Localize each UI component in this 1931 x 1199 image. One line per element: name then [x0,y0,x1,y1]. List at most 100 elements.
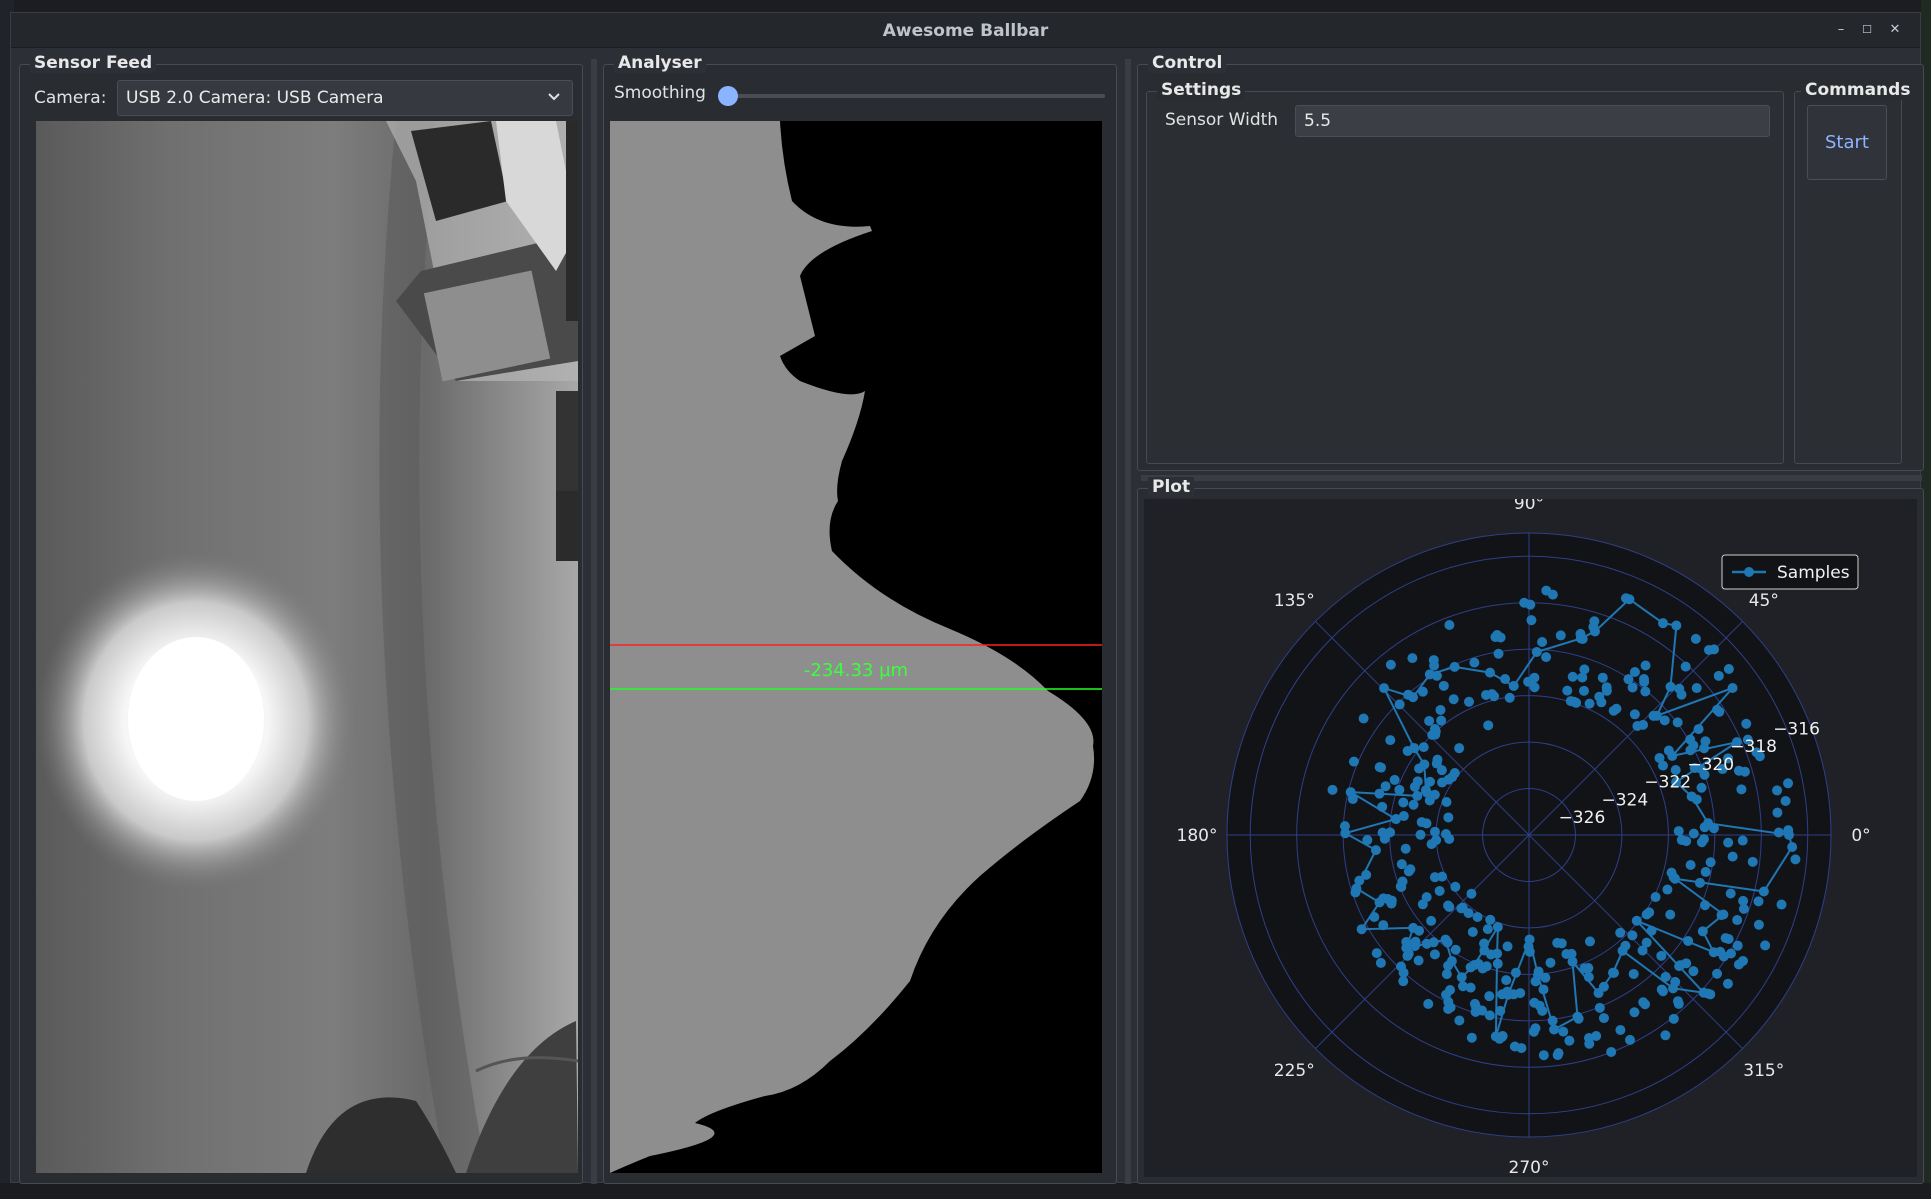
samples-series-point [1703,818,1714,829]
samples-series-point [1638,674,1649,685]
radial-tick-label: −318 [1730,737,1777,757]
samples-series-point [1436,765,1447,776]
angle-tick-label: 0° [1851,826,1870,846]
samples-series-point [1575,628,1586,639]
samples-series-point [1624,1034,1635,1045]
samples-series-point [1736,784,1747,795]
samples-series-point [1481,689,1492,700]
samples-series-point [1523,676,1534,687]
samples-series-point [1641,937,1652,948]
samples-series-point [1504,692,1515,703]
camera-select[interactable]: USB 2.0 Camera: USB Camera [117,80,573,116]
samples-series-point [1436,715,1447,726]
samples-series-point [1385,735,1396,746]
samples-series-point [1673,826,1684,837]
samples-series-point [1623,674,1634,685]
samples-series-point [1584,698,1595,709]
samples-series-point [1578,685,1589,696]
samples-series-point [1485,914,1496,925]
samples-series-point [1379,833,1390,844]
minimize-button[interactable]: – [1830,19,1852,41]
samples-series-point [1463,908,1474,919]
samples-series-point [1374,788,1385,799]
title-bar[interactable]: Awesome Ballbar – ☐ ✕ [11,13,1920,48]
close-button[interactable]: ✕ [1884,19,1906,41]
angle-tick-label: 270° [1509,1158,1550,1177]
start-button[interactable]: Start [1807,105,1887,180]
sensor-feed-panel: Sensor Feed Camera: USB 2.0 Camera: USB … [19,53,583,1184]
samples-series-point [1356,924,1367,935]
samples-series-point [1631,915,1642,926]
smoothing-slider-handle[interactable] [718,86,738,106]
samples-series-point [1449,661,1460,672]
samples-series-point [1429,949,1440,960]
samples-series-point [1469,657,1480,668]
samples-series-point [1435,704,1446,715]
samples-series-point [1732,940,1743,951]
samples-series-point [1400,843,1411,854]
samples-series-point [1547,1015,1558,1026]
samples-series-point [1598,981,1609,992]
samples-series-point [1347,794,1358,805]
samples-series-point [1738,895,1749,906]
samples-series-point [1594,691,1605,702]
settings-panel: Settings Sensor Width 5.5 [1146,80,1784,464]
samples-series-point [1783,825,1794,836]
splitter-handle[interactable] [1125,59,1131,1184]
samples-series-point [1700,736,1711,747]
samples-series-point [1737,955,1748,966]
samples-series-point [1450,881,1461,892]
splitter-handle[interactable] [1141,475,1922,481]
samples-series-point [1697,926,1708,937]
samples-series-point [1508,680,1519,691]
samples-series-point [1615,927,1626,938]
samples-series-point [1438,680,1449,691]
samples-series-point [1396,859,1407,870]
samples-series-point [1444,833,1455,844]
samples-series-point [1402,745,1413,756]
samples-series-point [1421,818,1432,829]
samples-series-point [1492,921,1503,932]
measurement-label: -234.33 µm [803,660,909,681]
control-title: Control [1148,53,1227,73]
samples-series-point [1362,835,1373,846]
plot-panel: Plot 0° 45° 90° 135° 180° 225° 270° 315° −326 −32… [1137,477,1924,1184]
maximize-button[interactable]: ☐ [1856,19,1878,41]
samples-series-point [1688,966,1699,977]
samples-series-point [1691,683,1702,694]
camera-select-value: USB 2.0 Camera: USB Camera [126,88,384,108]
smoothing-label: Smoothing [614,83,706,103]
samples-series-point [1403,866,1414,877]
samples-series-point [1493,648,1504,659]
samples-series-point [1446,956,1457,967]
samples-series-point [1683,935,1694,946]
samples-series-point [1490,632,1501,643]
samples-series-point [1426,915,1437,926]
samples-series-point [1640,686,1651,697]
samples-series-point [1589,616,1600,627]
samples-series-point [1758,886,1769,897]
samples-series-point [1424,669,1435,680]
samples-series-point [1656,950,1667,961]
samples-series-point [1385,659,1396,670]
samples-series-point [1370,845,1381,856]
samples-series-point [1374,762,1385,773]
samples-series-point [1558,1026,1569,1037]
samples-series-point [1541,585,1552,596]
samples-series-point [1688,828,1699,839]
samples-series-point [1426,839,1437,850]
samples-series-point [1591,1031,1602,1042]
samples-series-point [1524,946,1535,957]
smoothing-slider-track[interactable] [719,94,1105,98]
samples-series-point [1443,812,1454,823]
samples-series-point [1567,671,1578,682]
samples-series-point [1656,984,1667,995]
samples-series-point [1402,950,1413,961]
sensor-width-input[interactable]: 5.5 [1295,105,1770,137]
samples-series-point [1434,885,1445,896]
legend-label: Samples [1777,563,1850,583]
samples-series-point [1413,955,1424,966]
samples-series-point [1681,958,1692,969]
splitter-handle[interactable] [591,59,597,1184]
chevron-down-icon[interactable] [546,89,562,105]
